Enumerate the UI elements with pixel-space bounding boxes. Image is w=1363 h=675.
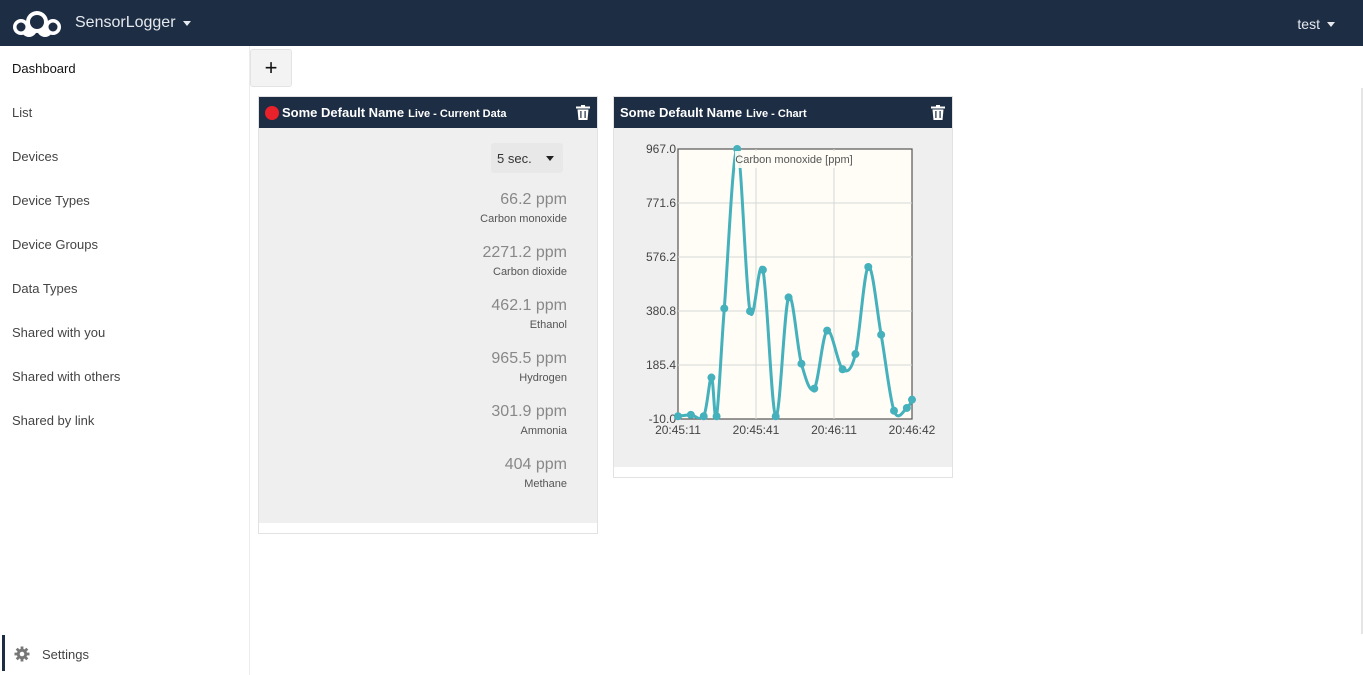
reading-item: 462.1 ppm Ethanol — [491, 297, 567, 331]
sidebar-item-shared-by-link[interactable]: Shared by link — [12, 413, 94, 428]
y-tick-label: 576.2 — [646, 250, 676, 264]
sidebar-item-data-types[interactable]: Data Types — [12, 281, 78, 296]
add-widget-button[interactable]: + — [250, 49, 292, 87]
sidebar-item-list[interactable]: List — [12, 105, 32, 120]
data-point — [851, 350, 860, 359]
x-tick-label: 20:45:11 — [655, 423, 701, 437]
data-point — [720, 304, 729, 313]
line-chart: 967.0771.6576.2380.8185.4-10.020:45:11 20… — [646, 142, 936, 437]
settings-label: Settings — [42, 647, 89, 662]
reading-item: 2271.2 ppm Carbon dioxide — [482, 244, 567, 278]
reading-item: 301.9 ppm Ammonia — [491, 403, 567, 437]
widget-header: Some Default Name Live - Current Data — [259, 97, 597, 128]
settings-button[interactable]: Settings — [0, 635, 249, 675]
reading-item: 66.2 ppm Carbon monoxide — [480, 191, 567, 225]
widget-footer — [613, 467, 953, 478]
widget-title: Some Default Name — [620, 105, 743, 120]
sidebar-item-device-types[interactable]: Device Types — [12, 193, 90, 208]
data-point — [784, 293, 793, 302]
chevron-down-icon — [182, 21, 191, 26]
legend-label: Carbon monoxide [ppm] — [735, 154, 852, 166]
interval-select[interactable]: 5 sec. — [491, 143, 563, 173]
data-point — [864, 263, 873, 272]
trash-icon[interactable] — [576, 105, 590, 120]
data-point — [902, 403, 911, 412]
data-point — [823, 326, 832, 335]
reading-value: 462.1 ppm — [491, 297, 567, 314]
data-point — [877, 330, 886, 339]
sidebar-item-shared-with-you[interactable]: Shared with you — [12, 325, 105, 340]
app-switcher[interactable]: SensorLogger — [75, 14, 191, 32]
chevron-down-icon — [1327, 22, 1335, 27]
chevron-down-icon — [545, 156, 554, 161]
y-tick-label: 185.4 — [646, 358, 676, 372]
cloud-logo-icon[interactable] — [10, 8, 64, 38]
data-point — [890, 406, 898, 415]
data-point — [758, 265, 767, 274]
widget-footer — [258, 523, 598, 534]
y-tick-label: 380.8 — [646, 304, 676, 318]
data-point — [712, 412, 721, 421]
chart-widget: Some Default Name Live - Chart 967.0 771.… — [613, 96, 953, 478]
reading-label: Carbon monoxide — [480, 213, 567, 225]
data-point — [746, 307, 754, 316]
widget-subtitle: Live - Chart — [746, 107, 807, 120]
data-point — [771, 412, 780, 421]
user-menu[interactable]: test — [1297, 16, 1335, 32]
sidebar-item-device-groups[interactable]: Device Groups — [12, 237, 98, 252]
sidebar-item-devices[interactable]: Devices — [12, 149, 58, 164]
sidebar-item-shared-with-others[interactable]: Shared with others — [12, 369, 120, 384]
trash-icon[interactable] — [931, 105, 945, 120]
y-tick-label: 771.6 — [646, 196, 676, 210]
widget-subtitle: Live - Current Data — [408, 107, 507, 120]
reading-label: Carbon dioxide — [493, 266, 567, 278]
data-point — [797, 359, 806, 368]
data-point — [674, 412, 682, 421]
interval-value: 5 sec. — [497, 150, 532, 166]
reading-label: Hydrogen — [519, 372, 567, 384]
reading-item: 965.5 ppm Hydrogen — [491, 350, 567, 384]
reading-value: 965.5 ppm — [491, 350, 567, 367]
reading-value: 66.2 ppm — [500, 191, 567, 208]
live-indicator-icon — [265, 105, 279, 120]
reading-value: 2271.2 ppm — [482, 244, 567, 261]
reading-label: Methane — [524, 478, 567, 490]
reading-value: 404 ppm — [504, 456, 567, 473]
x-tick-label: 20:45:41 — [733, 423, 780, 437]
data-point — [686, 410, 695, 419]
app-name: SensorLogger — [75, 14, 176, 31]
top-header: SensorLogger test — [0, 0, 1363, 46]
data-point — [838, 365, 847, 374]
x-tick-label: 20:46:11 — [811, 423, 857, 437]
reading-label: Ethanol — [529, 319, 567, 331]
x-tick-label: 20:46:42 — [889, 423, 936, 437]
data-point — [810, 384, 819, 393]
data-point — [699, 412, 708, 421]
reading-item: 404 ppm Methane — [505, 456, 567, 490]
sidebar-item-dashboard[interactable]: Dashboard — [12, 61, 76, 76]
user-name: test — [1297, 16, 1320, 32]
sidebar: Dashboard List Devices Device Types Devi… — [0, 46, 250, 675]
widget-header: Some Default Name Live - Chart — [614, 97, 952, 128]
y-tick-label: 967.0 — [646, 142, 676, 156]
widget-title: Some Default Name — [282, 105, 405, 120]
data-point — [707, 373, 716, 382]
gear-icon — [14, 646, 30, 662]
reading-label: Ammonia — [520, 425, 567, 437]
current-data-widget: Some Default Name Live - Current Data 5 … — [258, 96, 598, 534]
reading-value: 301.9 ppm — [491, 403, 567, 420]
settings-accent-bar — [2, 635, 5, 671]
data-point — [908, 395, 916, 404]
